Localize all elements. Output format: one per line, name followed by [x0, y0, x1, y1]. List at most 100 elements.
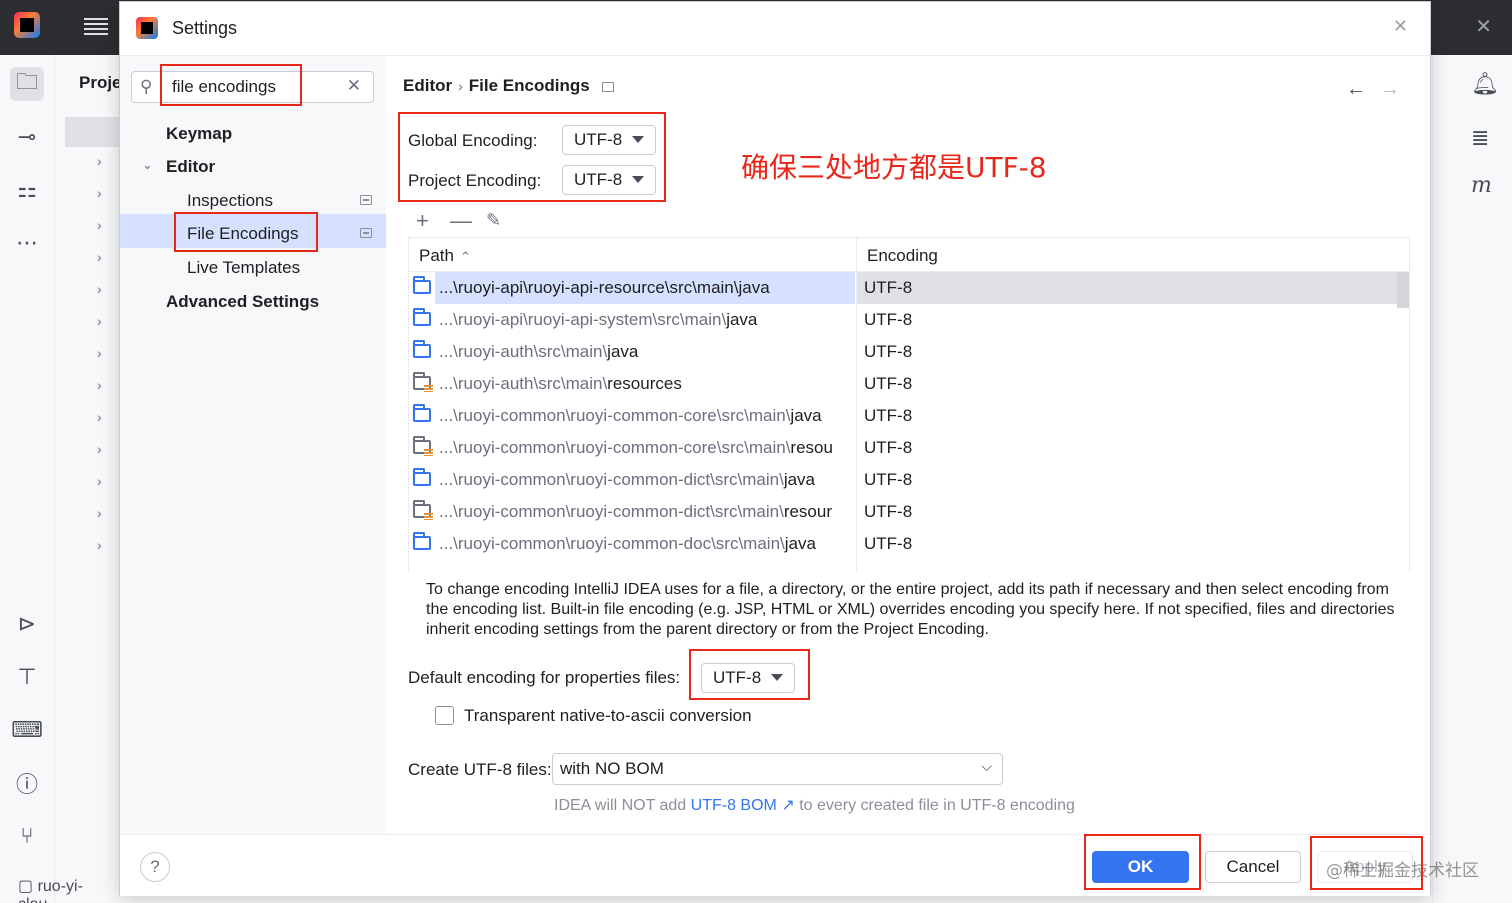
file-encodings-table: Path ⌃ Encoding ...\ruoyi-api\ruoyi-api-r…: [408, 238, 1410, 572]
path-header-label: Path: [419, 246, 454, 265]
nav-item-live-templates[interactable]: Live Templates: [187, 258, 300, 278]
terminal-icon[interactable]: ⌨: [10, 713, 44, 747]
tree-expand-icon[interactable]: ›: [97, 249, 102, 265]
remove-icon[interactable]: —: [450, 208, 472, 234]
clear-search-icon[interactable]: ✕: [347, 76, 361, 96]
database-icon[interactable]: ≣: [1471, 125, 1489, 151]
column-header-encoding[interactable]: Encoding: [867, 246, 938, 266]
tree-expand-icon[interactable]: ›: [97, 473, 102, 489]
tree-expand-icon[interactable]: ›: [97, 537, 102, 553]
project-tree-selected-row[interactable]: [65, 117, 120, 147]
native-to-ascii-label[interactable]: Transparent native-to-ascii conversion: [464, 706, 752, 726]
ide-close-icon[interactable]: ✕: [1475, 14, 1492, 39]
build-icon[interactable]: ⊤: [10, 660, 44, 694]
encoding-cell[interactable]: UTF-8: [864, 278, 912, 298]
tree-expand-icon[interactable]: ›: [97, 281, 102, 297]
table-row[interactable]: ...\ruoyi-api\ruoyi-api-system\src\main\…: [409, 304, 1409, 336]
table-header: Path ⌃ Encoding: [409, 238, 1409, 272]
back-arrow-icon[interactable]: ←: [1346, 78, 1366, 100]
nav-item-editor[interactable]: Editor: [166, 157, 215, 177]
dialog-close-icon[interactable]: ✕: [1393, 16, 1408, 37]
encoding-cell[interactable]: UTF-8: [864, 438, 912, 458]
nav-item-inspections[interactable]: Inspections: [187, 191, 273, 211]
git-icon[interactable]: ⑂: [10, 819, 44, 853]
path-cell: ...\ruoyi-auth\src\main\resources: [439, 374, 682, 393]
breadcrumb-parent[interactable]: Editor: [403, 76, 452, 95]
maven-icon[interactable]: m: [1471, 173, 1492, 198]
tree-expand-icon[interactable]: ›: [97, 441, 102, 457]
encoding-cell[interactable]: UTF-8: [864, 310, 912, 330]
table-scrollbar[interactable]: [1397, 272, 1409, 308]
settings-sidebar: ⚲ ✕ Keymap ⌄ Editor Inspections File Enc…: [120, 56, 386, 834]
more-icon[interactable]: ⋯: [10, 226, 44, 260]
encoding-cell[interactable]: UTF-8: [864, 374, 912, 394]
tree-expand-icon[interactable]: ›: [97, 217, 102, 233]
project-encoding-select[interactable]: UTF-8: [562, 165, 657, 195]
intellij-logo-icon: [14, 12, 40, 38]
tree-expand-icon[interactable]: ›: [97, 313, 102, 329]
status-bar-project[interactable]: ▢ ruo-yi-clou: [0, 866, 120, 903]
tree-expand-icon[interactable]: ›: [97, 409, 102, 425]
utf8-bom-link[interactable]: UTF-8 BOM ↗: [691, 797, 795, 814]
tree-expand-icon[interactable]: ›: [97, 345, 102, 361]
add-icon[interactable]: +: [416, 208, 429, 234]
native-to-ascii-checkbox[interactable]: [435, 706, 454, 725]
table-row[interactable]: ...\ruoyi-auth\src\main\resources UTF-8: [409, 368, 1409, 400]
watermark: @稀土掘金技术社区: [1326, 861, 1479, 881]
bom-hint-before: IDEA will NOT add: [554, 797, 687, 814]
path-cell: ...\ruoyi-common\ruoyi-common-dict\src\m…: [439, 502, 832, 521]
encoding-cell[interactable]: UTF-8: [864, 534, 912, 554]
global-encoding-value: UTF-8: [574, 130, 623, 149]
table-row[interactable]: ...\ruoyi-common\ruoyi-common-dict\src\m…: [409, 464, 1409, 496]
annotation-text: 确保三处地方都是UTF-8: [741, 151, 1047, 184]
table-row[interactable]: ...\ruoyi-common\ruoyi-common-core\src\m…: [409, 432, 1409, 464]
commit-icon[interactable]: ⊸: [10, 120, 44, 154]
encoding-cell[interactable]: UTF-8: [864, 406, 912, 426]
column-header-path[interactable]: Path ⌃: [419, 246, 471, 266]
tree-expand-icon[interactable]: ›: [97, 377, 102, 393]
settings-search-input[interactable]: [172, 77, 332, 97]
notifications-icon[interactable]: 🔔︎: [1471, 71, 1499, 97]
right-tool-bar: 🔔︎ ≣ m: [1432, 55, 1512, 903]
chevron-down-icon[interactable]: ⌄: [142, 157, 153, 173]
project-pane: Proje › › › › › › › › › › › › ›: [55, 55, 122, 903]
global-encoding-select[interactable]: UTF-8: [562, 125, 657, 155]
breadcrumb-separator: ›: [458, 78, 463, 94]
resources-folder-icon: [413, 500, 433, 520]
table-row[interactable]: ...\ruoyi-auth\src\main\java UTF-8: [409, 336, 1409, 368]
sort-ascending-icon: ⌃: [459, 249, 471, 264]
edit-pencil-icon[interactable]: ✎: [486, 210, 501, 231]
create-utf8-select[interactable]: with NO BOM ⌵: [552, 753, 1003, 785]
breadcrumb: Editor › File Encodings: [403, 76, 614, 96]
help-button[interactable]: ?: [140, 852, 170, 882]
encoding-cell[interactable]: UTF-8: [864, 470, 912, 490]
path-cell: ...\ruoyi-api\ruoyi-api-system\src\main\…: [439, 310, 758, 329]
dropdown-arrow-icon: [632, 136, 645, 143]
nav-item-file-encodings[interactable]: File Encodings: [187, 224, 299, 244]
main-menu-icon[interactable]: [84, 15, 108, 37]
properties-encoding-select[interactable]: UTF-8: [701, 663, 796, 693]
problems-icon[interactable]: ⓘ: [10, 766, 44, 800]
properties-encoding-label: Default encoding for properties files:: [408, 668, 681, 687]
encoding-cell[interactable]: UTF-8: [864, 502, 912, 522]
table-row[interactable]: ...\ruoyi-api\ruoyi-api-resource\src\mai…: [409, 272, 1409, 304]
cancel-button[interactable]: Cancel: [1205, 851, 1301, 883]
bom-hint-after: to every created file in UTF-8 encoding: [799, 797, 1075, 814]
ok-button[interactable]: OK: [1092, 851, 1189, 883]
create-utf8-label: Create UTF-8 files:: [408, 760, 552, 779]
tree-expand-icon[interactable]: ›: [97, 505, 102, 521]
nav-item-advanced-settings[interactable]: Advanced Settings: [166, 292, 319, 312]
forward-arrow-icon[interactable]: →: [1380, 78, 1400, 100]
encoding-cell[interactable]: UTF-8: [864, 342, 912, 362]
table-toolbar: + — ✎: [408, 206, 1410, 238]
run-icon[interactable]: ⊳: [10, 607, 44, 641]
table-row[interactable]: ...\ruoyi-common\ruoyi-common-dict\src\m…: [409, 496, 1409, 528]
project-folder-icon[interactable]: 🗀: [10, 67, 44, 101]
tree-expand-icon[interactable]: ›: [97, 185, 102, 201]
structure-icon[interactable]: ⚏: [10, 173, 44, 207]
table-row[interactable]: ...\ruoyi-common\ruoyi-common-doc\src\ma…: [409, 528, 1409, 560]
table-row[interactable]: ...\ruoyi-common\ruoyi-common-core\src\m…: [409, 400, 1409, 432]
nav-item-keymap[interactable]: Keymap: [166, 124, 232, 144]
project-scope-icon: [601, 82, 614, 92]
tree-expand-icon[interactable]: ›: [97, 153, 102, 169]
